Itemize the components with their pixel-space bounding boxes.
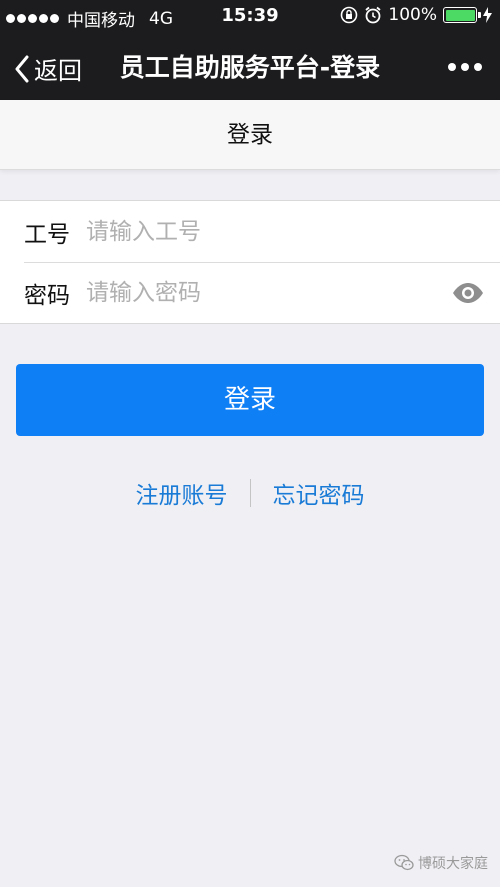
charging-icon	[483, 7, 492, 23]
register-link[interactable]: 注册账号	[136, 476, 228, 510]
more-dots-icon[interactable]	[448, 63, 482, 71]
battery-percent: 100%	[388, 5, 437, 25]
watermark-text: 博硕大家庭	[418, 856, 488, 872]
forgot-password-link[interactable]: 忘记密码	[273, 476, 365, 510]
password-input[interactable]	[86, 262, 450, 323]
orientation-lock-icon	[341, 6, 358, 24]
status-bar: 中国移动 4G 15:39 100%	[0, 0, 500, 33]
link-divider	[249, 479, 251, 507]
login-button[interactable]: 登录	[16, 364, 484, 436]
status-right: 100%	[340, 5, 492, 25]
watermark: 博硕大家庭	[394, 853, 488, 873]
login-form: 工号 密码	[0, 200, 500, 324]
nav-title: 员工自助服务平台-登录	[119, 53, 381, 82]
eye-icon[interactable]	[450, 275, 486, 311]
wechat-icon	[394, 854, 414, 871]
employee-id-label: 工号	[24, 221, 70, 248]
alarm-icon	[365, 6, 381, 24]
battery-fill	[445, 9, 475, 21]
account-links: 注册账号 忘记密码	[0, 476, 500, 510]
employee-id-input[interactable]	[86, 201, 500, 262]
battery-icon	[443, 7, 481, 23]
employee-id-row: 工号	[0, 201, 500, 262]
page-header: 登录	[0, 100, 500, 170]
password-row: 密码	[0, 262, 500, 323]
password-label: 密码	[24, 282, 70, 309]
page-title: 登录	[227, 122, 273, 148]
nav-bar: 返回 员工自助服务平台-登录	[0, 33, 500, 100]
